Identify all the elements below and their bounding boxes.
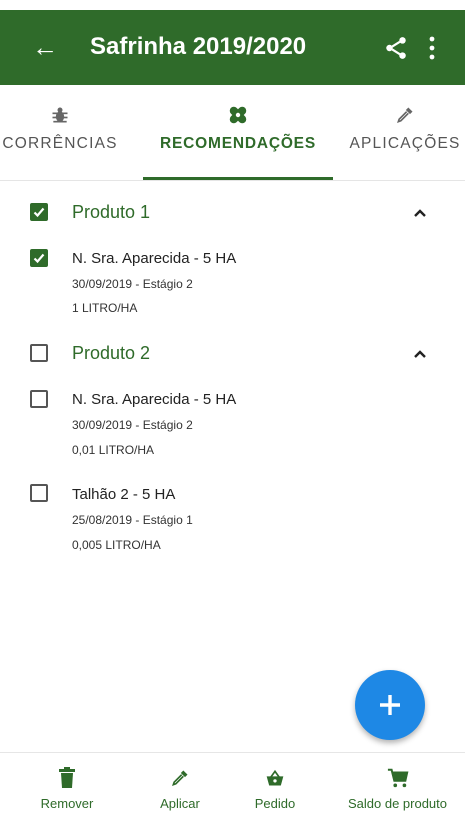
item-checkbox[interactable] (30, 249, 48, 267)
bandage-icon (229, 106, 247, 124)
group-title[interactable]: Produto 1 (72, 202, 150, 223)
tab-label: APLICAÇÕES (349, 135, 461, 152)
item-title[interactable]: N. Sra. Aparecida - 5 HA (72, 250, 236, 267)
item-checkbox[interactable] (30, 484, 48, 502)
more-vert-icon[interactable] (428, 34, 436, 62)
bottom-label: Aplicar (160, 796, 200, 811)
item-date: 25/08/2019 - Estágio 1 (72, 513, 193, 527)
product-balance-button[interactable]: Saldo de produto (330, 753, 465, 820)
group-checkbox-produto-2[interactable] (30, 344, 48, 362)
bottom-label: Pedido (254, 796, 296, 811)
bug-icon (52, 107, 68, 123)
bottom-label: Saldo de produto (347, 796, 448, 811)
apply-button[interactable]: Aplicar (140, 753, 220, 820)
item-date: 30/09/2019 - Estágio 2 (72, 418, 193, 432)
item-title[interactable]: Talhão 2 - 5 HA (72, 486, 175, 503)
add-fab-button[interactable] (355, 670, 425, 740)
item-dose: 0,005 LITRO/HA (72, 538, 161, 552)
chevron-up-icon[interactable] (411, 207, 429, 219)
item-checkbox[interactable] (30, 390, 48, 408)
tab-aplicacoes[interactable]: APLICAÇÕES (335, 85, 465, 180)
bottom-action-bar: Remover Aplicar Pedido Saldo de produto (0, 752, 465, 820)
app-bar: ← Safrinha 2019/2020 (0, 10, 465, 85)
group-title[interactable]: Produto 2 (72, 343, 150, 364)
basket-icon (266, 769, 284, 786)
back-arrow-icon[interactable]: ← (32, 32, 58, 62)
page-title: Safrinha 2019/2020 (90, 33, 307, 60)
dropper-icon (172, 770, 188, 786)
app-screen: ← Safrinha 2019/2020 CORRÊNCIAS RECOMEND… (0, 0, 465, 820)
check-icon (33, 207, 45, 218)
item-dose: 1 LITRO/HA (72, 301, 138, 315)
check-icon (33, 253, 45, 264)
bottom-label: Remover (40, 796, 94, 811)
tab-label: CORRÊNCIAS (2, 135, 118, 152)
item-date: 30/09/2019 - Estágio 2 (72, 277, 193, 291)
active-tab-indicator (143, 177, 333, 180)
tab-label: RECOMENDAÇÕES (160, 135, 316, 152)
tab-ocorrencias[interactable]: CORRÊNCIAS (0, 85, 140, 180)
trash-icon (59, 767, 75, 788)
order-button[interactable]: Pedido (235, 753, 315, 820)
item-dose: 0,01 LITRO/HA (72, 443, 155, 457)
dropper-icon (397, 107, 413, 123)
cart-icon (387, 768, 408, 788)
recommendations-list: Produto 1 N. Sra. Aparecida - 5 HA 30/09… (0, 181, 465, 751)
tab-bar: CORRÊNCIAS RECOMENDAÇÕES APLICAÇÕES (0, 85, 465, 181)
chevron-up-icon[interactable] (411, 348, 429, 360)
remove-button[interactable]: Remover (22, 753, 112, 820)
plus-icon (380, 695, 400, 715)
share-icon[interactable] (383, 35, 409, 61)
item-title[interactable]: N. Sra. Aparecida - 5 HA (72, 391, 236, 408)
group-checkbox-produto-1[interactable] (30, 203, 48, 221)
tab-recomendacoes[interactable]: RECOMENDAÇÕES (143, 85, 333, 180)
